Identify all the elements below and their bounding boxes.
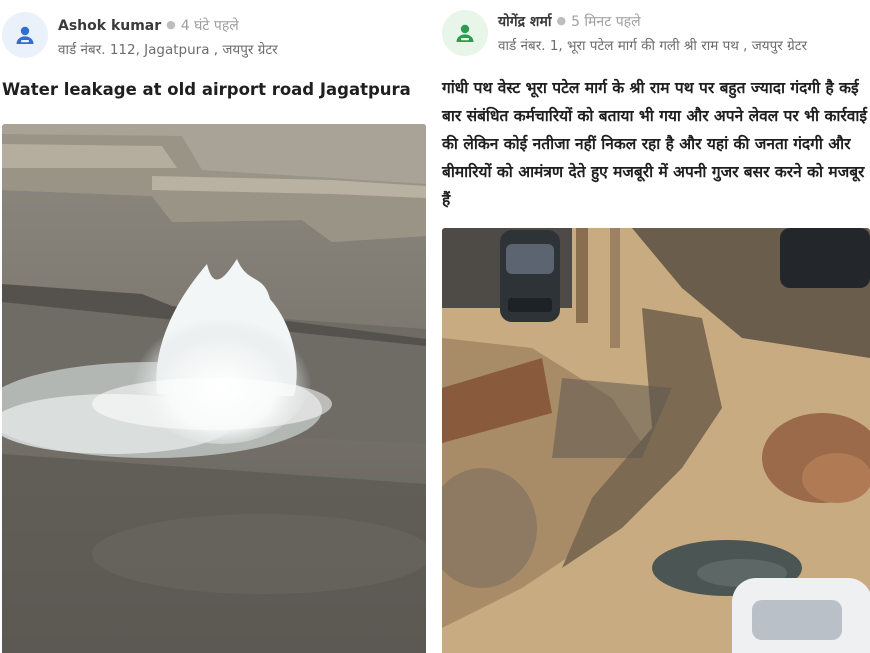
person-icon: [456, 24, 474, 42]
water-leak-image: [2, 124, 426, 653]
post-meta: योगेंद्र शर्मा ● 5 मिनट पहले: [498, 12, 641, 31]
complaint-post-1: Ashok kumar ● 4 घंटे पहले वार्ड नंबर. 112,…: [0, 0, 430, 653]
post-photo-garbage[interactable]: [442, 228, 870, 653]
ward-location: वार्ड नंबर. 112, Jagatpura , जयपुर ग्रेट…: [58, 42, 278, 58]
post-time: 4 घंटे पहले: [180, 18, 239, 34]
user-avatar[interactable]: [2, 12, 48, 58]
post-time: 5 मिनट पहले: [571, 14, 641, 30]
separator-dot: ●: [166, 18, 176, 31]
user-avatar[interactable]: [442, 10, 488, 56]
ward-location: वार्ड नंबर. 1, भूरा पटेल मार्ग की गली श्…: [498, 38, 808, 54]
post-meta: Ashok kumar ● 4 घंटे पहले: [58, 16, 239, 35]
post-text: Water leakage at old airport road Jagatp…: [2, 80, 411, 99]
author-name[interactable]: Ashok kumar: [58, 18, 161, 34]
author-name[interactable]: योगेंद्र शर्मा: [498, 14, 551, 30]
separator-dot: ●: [556, 14, 567, 27]
garbage-lane-image: [442, 228, 870, 653]
post-text: गांधी पथ वेस्ट भूरा पटेल मार्ग के श्री र…: [442, 79, 867, 209]
person-icon: [16, 26, 34, 44]
complaint-post-2: योगेंद्र शर्मा ● 5 मिनट पहले वार्ड नंबर. 1…: [440, 0, 870, 653]
post-photo-water-leak[interactable]: [2, 124, 426, 653]
